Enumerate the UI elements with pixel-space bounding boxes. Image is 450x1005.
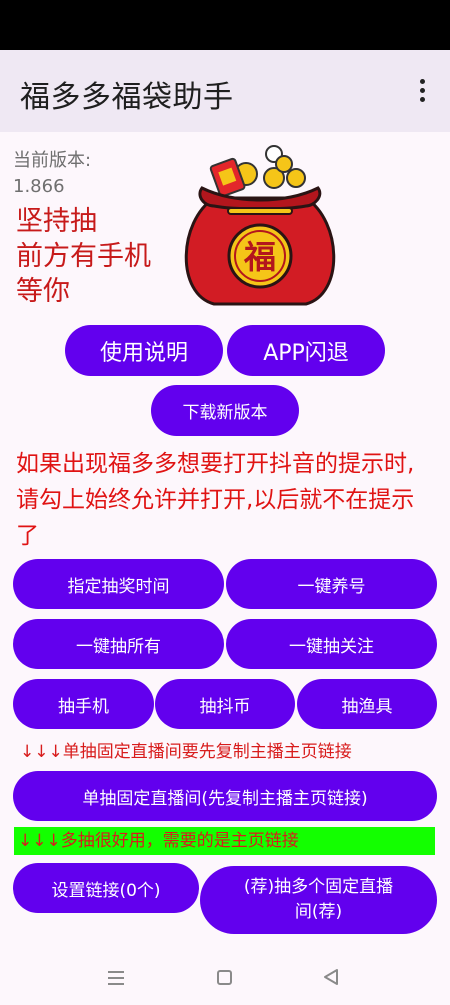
version-label: 当前版本: [13,150,92,171]
version-number: 1.866 [13,176,65,197]
slogan-line: 前方有手机 [16,241,151,272]
multi-live-button-label: 间(荐) [294,902,343,922]
multi-live-button-label: (荐)抽多个固定直播 [243,877,394,897]
instructions-button[interactable]: 使用说明 [65,325,223,376]
draw-phone-button[interactable]: 抽手机 [13,679,154,729]
draw-all-button[interactable]: 一键抽所有 [13,619,224,669]
single-draw-hint: ↓↓↓单抽固定直播间要先复制主播主页链接 [20,742,352,762]
one-key-raise-button[interactable]: 一键养号 [226,559,437,609]
bag-character: 福 [243,238,276,276]
set-links-button[interactable]: 设置链接(0个) [13,863,199,913]
nav-back-icon[interactable] [322,968,340,986]
draw-time-button[interactable]: 指定抽奖时间 [13,559,224,609]
lucky-bag-icon: 福 [184,145,336,306]
draw-follow-button[interactable]: 一键抽关注 [226,619,437,669]
app-crash-button[interactable]: APP闪退 [227,325,385,376]
slogan-line: 等你 [16,276,70,307]
draw-fishing-button[interactable]: 抽渔具 [297,679,437,729]
nav-home-icon[interactable] [217,970,232,985]
app-title: 福多多福袋助手 [20,80,234,115]
draw-coin-button[interactable]: 抽抖币 [155,679,295,729]
nav-menu-icon[interactable] [108,971,124,985]
multi-draw-hint: ↓↓↓多抽很好用，需要的是主页链接 [14,827,435,855]
more-vert-icon[interactable] [412,76,432,106]
status-bar [0,0,450,50]
single-live-button[interactable]: 单抽固定直播间(先复制主播主页链接) [13,771,437,821]
multi-live-button[interactable]: (荐)抽多个固定直播 间(荐) [200,866,437,934]
slogan: 坚持抽 前方有手机 等你 [16,204,151,309]
download-new-version-button[interactable]: 下载新版本 [151,385,299,436]
slogan-line: 坚持抽 [16,206,97,237]
notice-text: 如果出现福多多想要打开抖音的提示时,请勾上始终允许并打开,以后就不在提示了 [16,451,415,549]
